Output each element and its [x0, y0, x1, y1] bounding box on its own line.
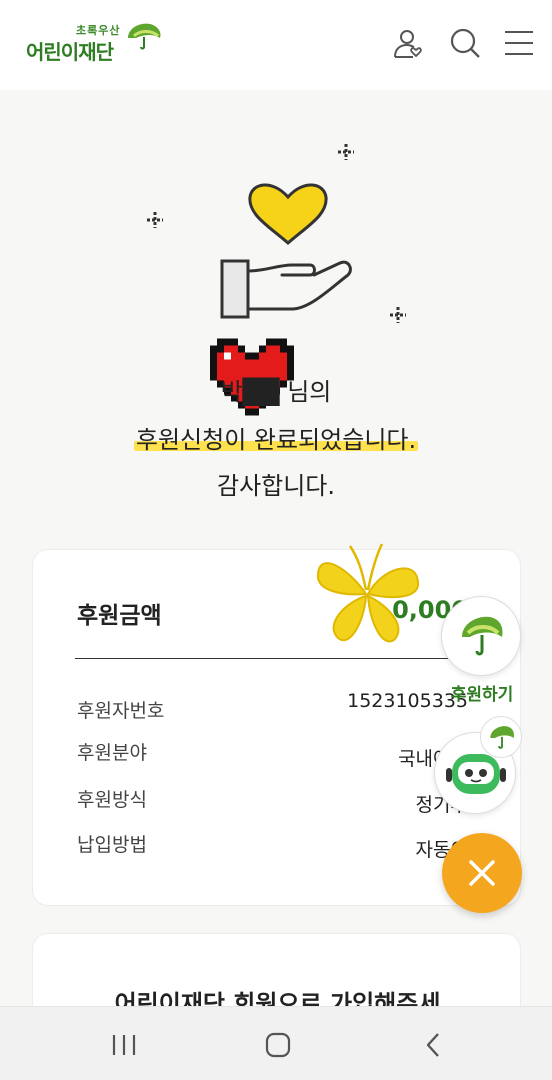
system-nav-bar	[0, 1006, 552, 1080]
sparkle-icon	[338, 144, 354, 160]
sparkle-icon	[147, 212, 163, 228]
chatbot-badge	[480, 716, 522, 758]
sparkle-icon	[390, 307, 406, 323]
menu-icon[interactable]	[502, 26, 536, 60]
home-icon[interactable]	[258, 1027, 298, 1063]
divider	[75, 658, 479, 659]
umbrella-leaf-icon	[128, 23, 161, 50]
completion-message: 후원신청이 완료되었습니다.	[0, 420, 552, 455]
search-icon[interactable]	[448, 26, 482, 60]
umbrella-leaf-icon	[462, 616, 503, 656]
back-icon[interactable]	[414, 1027, 454, 1063]
butterfly-sticker-icon	[316, 543, 420, 643]
donor-number-label: 후원자번호	[77, 700, 165, 722]
hand-heart-icon	[220, 183, 352, 319]
donate-fab-button[interactable]	[441, 596, 521, 676]
amount-label: 후원금액	[77, 603, 162, 629]
app-header: 초록우산 어린이재단	[0, 0, 552, 90]
recent-apps-icon[interactable]	[104, 1027, 144, 1063]
donor-name-line: 박██ 님의	[220, 378, 332, 406]
payment-method-label: 납입방법	[77, 834, 147, 856]
donate-fab-label[interactable]: 후원하기	[440, 680, 524, 705]
thanks-message: 감사합니다.	[216, 472, 336, 500]
donation-field-label: 후원분야	[77, 742, 147, 764]
donation-method-label: 후원방식	[77, 789, 147, 811]
logo-name: 어린이재단	[26, 40, 114, 64]
close-fab-button[interactable]	[442, 833, 522, 913]
user-heart-icon[interactable]	[391, 26, 425, 60]
umbrella-leaf-icon	[490, 726, 514, 749]
completion-text: 후원신청이 완료되었습니다.	[133, 420, 419, 455]
close-icon	[469, 860, 495, 886]
